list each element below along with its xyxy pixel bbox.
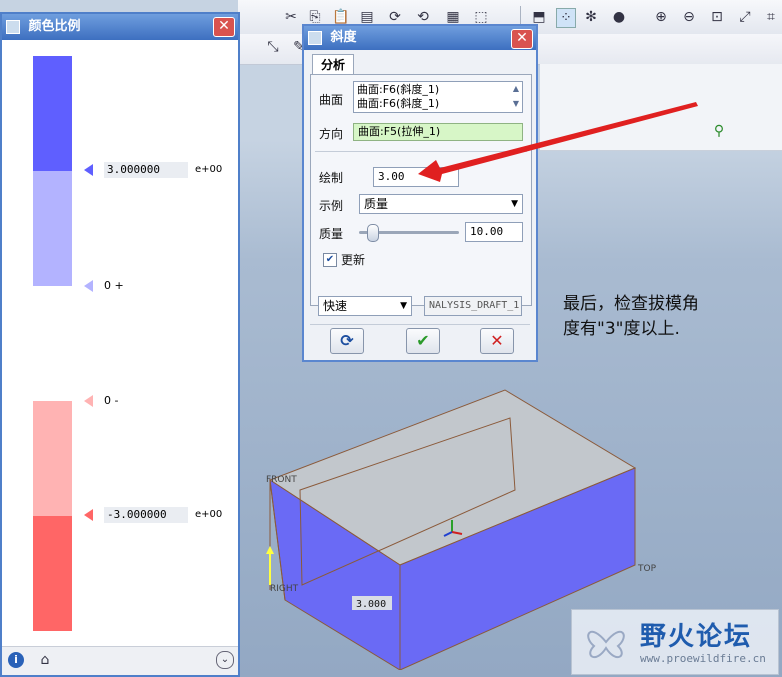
info-icon[interactable]: i [8, 652, 24, 668]
feature-panel: ⚲ [540, 64, 782, 151]
quality-label: 质量 [319, 227, 344, 241]
list-item[interactable]: 曲面:F6(斜度_1) [357, 97, 519, 111]
scale-marker-2[interactable] [84, 280, 93, 292]
repeat-button[interactable]: ⟳ [330, 328, 364, 354]
update-label: 更新 [341, 253, 366, 267]
scale-band-2 [33, 171, 72, 286]
chevron-down-icon: ▼ [400, 301, 407, 311]
butterfly-logo-icon [587, 630, 625, 659]
scale-min-exp: e+00 [195, 509, 223, 520]
sample-select[interactable]: 质量 ▼ [359, 194, 523, 214]
top-datum-label: TOP [637, 564, 657, 574]
plot-value-input[interactable]: 3.00 [373, 167, 459, 187]
draft-title-bar[interactable]: 斜度 ✕ [304, 26, 536, 50]
color-scale-title-bar[interactable]: 颜色比例 ✕ [2, 14, 238, 40]
annotation-line-2: 度有"3"度以上. [563, 319, 680, 339]
spin-center-icon[interactable]: ✻ [582, 8, 600, 26]
annotation-line-1: 最后，检查拔模角 [563, 294, 699, 314]
surface-label: 曲面 [319, 93, 344, 107]
chevron-down-icon: ▼ [511, 199, 518, 209]
tab-analysis[interactable]: 分析 [312, 54, 354, 75]
saved-views-icon[interactable]: ⌗ [762, 8, 780, 26]
traffic-light-icon[interactable]: ⚲ [710, 122, 728, 140]
dimension-label[interactable]: 3.000 [356, 599, 386, 610]
plot-label: 绘制 [319, 171, 344, 185]
cancel-button[interactable]: ✕ [480, 328, 514, 354]
direction-label: 方向 [319, 127, 344, 141]
forum-watermark: 野火论坛 www.proewildfire.cn [571, 609, 779, 675]
zoom-out-icon[interactable]: ⊖ [680, 8, 698, 26]
shading-icon[interactable]: ● [610, 8, 628, 26]
scale-marker-1[interactable] [84, 164, 93, 176]
front-datum-label: FRONT [266, 475, 297, 485]
scale-zero-minus-label: 0 - [104, 394, 119, 407]
scale-max-exp: e+00 [195, 164, 223, 175]
scale-marker-3[interactable] [84, 395, 93, 407]
surface-list[interactable]: 曲面:F6(斜度_1) 曲面:F6(斜度_1) ▲ ▼ [353, 81, 523, 113]
color-scale-window: 颜色比例 ✕ 3.000000 e+00 0 + 0 - -3.000000 e… [0, 12, 240, 677]
scale-band-4 [33, 401, 72, 516]
window-icon [308, 30, 322, 45]
update-checkbox[interactable]: ✔ [323, 253, 337, 267]
quality-slider-thumb[interactable] [367, 224, 379, 242]
scale-band-3 [33, 286, 72, 401]
direction-field[interactable]: 曲面:F5(拉伸_1) [353, 123, 523, 141]
mode-select[interactable]: 快速 ▼ [318, 296, 412, 316]
analysis-panel: 曲面 曲面:F6(斜度_1) 曲面:F6(斜度_1) ▲ ▼ 方向 曲面:F5(… [310, 74, 532, 306]
watermark-name: 野火论坛 [640, 622, 753, 652]
refit-icon[interactable]: ⊡ [708, 8, 726, 26]
sample-label: 示例 [319, 199, 344, 213]
color-scale-body: 3.000000 e+00 0 + 0 - -3.000000 e+00 [2, 40, 238, 650]
draft-title: 斜度 [330, 30, 357, 45]
home-icon[interactable]: ⌂ [36, 651, 54, 669]
scale-band-5 [33, 516, 72, 631]
mode-select-value: 快速 [323, 299, 348, 313]
color-scale-title: 颜色比例 [28, 19, 81, 34]
color-scale-footer: i ⌂ ⌄ [2, 646, 238, 675]
list-item[interactable]: 曲面:F6(斜度_1) [357, 83, 519, 97]
draft-dialog: 斜度 ✕ 分析 曲面 曲面:F6(斜度_1) 曲面:F6(斜度_1) ▲ ▼ 方… [302, 24, 538, 362]
scale-marker-4[interactable] [84, 509, 93, 521]
scissors-icon[interactable]: ✂ [282, 8, 300, 26]
analysis-name-field[interactable]: NALYSIS_DRAFT_1 [424, 296, 522, 316]
right-datum-label: RIGHT [270, 584, 299, 594]
draft-close-button[interactable]: ✕ [511, 29, 533, 49]
scale-max-field[interactable]: 3.000000 [104, 162, 188, 178]
watermark-url: www.proewildfire.cn [640, 652, 766, 665]
annotation-note: 最后，检查拔模角 度有"3"度以上. [563, 292, 763, 342]
scroll-down-icon[interactable]: ▼ [513, 97, 519, 111]
scale-zero-plus-label: 0 + [104, 279, 124, 292]
window-icon [6, 19, 20, 34]
scale-band-1 [33, 56, 72, 171]
ok-button[interactable]: ✔ [406, 328, 440, 354]
sample-select-value: 质量 [364, 197, 389, 211]
reorient-icon[interactable]: ⤢ [736, 8, 754, 26]
datum-points-icon[interactable]: ⁘ [556, 8, 576, 28]
color-scale-close-button[interactable]: ✕ [213, 17, 235, 37]
scroll-up-icon[interactable]: ▲ [513, 82, 519, 96]
sketch-icon[interactable]: ⤡ [264, 38, 282, 56]
zoom-in-icon[interactable]: ⊕ [652, 8, 670, 26]
expand-icon[interactable]: ⌄ [216, 651, 234, 669]
scale-min-field[interactable]: -3.000000 [104, 507, 188, 523]
quality-value-input[interactable]: 10.00 [465, 222, 523, 242]
